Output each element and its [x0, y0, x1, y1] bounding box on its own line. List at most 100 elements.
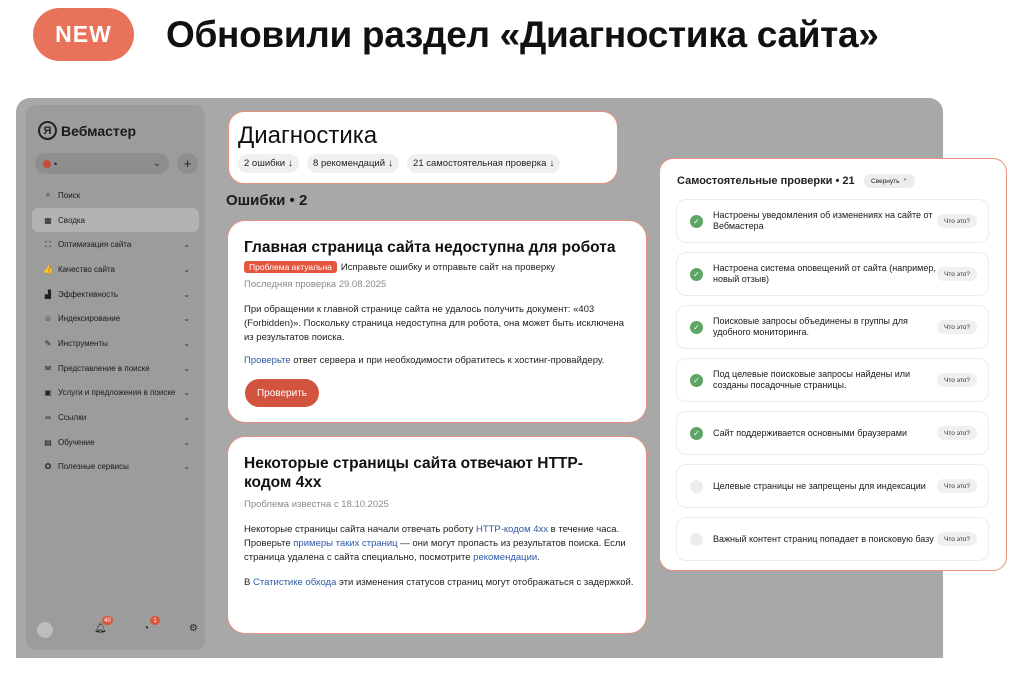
- card-description: Некоторые страницы сайта начали отвечать…: [244, 523, 634, 565]
- sidebar-item-label: Полезные сервисы: [58, 462, 129, 472]
- check-label: Под целевые поисковые запросы найдены ил…: [713, 369, 910, 390]
- thumb-icon: 👍: [43, 264, 53, 274]
- add-site-button[interactable]: +: [177, 153, 198, 174]
- check-label: Целевые страницы не запрещены для индекс…: [713, 480, 926, 491]
- card-title: Некоторые страницы сайта отвечают HTTP-к…: [244, 455, 583, 491]
- sidebar-item-label: Оптимизация сайта: [58, 240, 132, 250]
- sidebar-item[interactable]: ▤ Обучение ⌄: [32, 430, 199, 455]
- sidebar-item[interactable]: ▦ Сводка: [32, 207, 199, 233]
- check-label: Поисковые запросы объединены в группы дл…: [713, 316, 908, 337]
- summary-chip[interactable]: 21 самостоятельная проверка ↓: [407, 154, 561, 173]
- check-circle-icon: ✓: [690, 373, 703, 387]
- card-advice: Проверьте ответ сервера и при необходимо…: [244, 354, 634, 368]
- status-line: Проблема актуальна Исправьте ошибку и от…: [244, 261, 555, 273]
- summary-chip[interactable]: 2 ошибки ↓: [238, 154, 300, 173]
- bag-icon: ▣: [44, 388, 52, 398]
- check-item: Целевые страницы не запрещены для индекс…: [676, 464, 989, 508]
- check-button[interactable]: Проверить: [245, 379, 319, 407]
- robot-icon: ☺: [43, 314, 53, 324]
- check-link[interactable]: Проверьте: [244, 355, 291, 366]
- self-checks-title: Самостоятельные проверки • 21: [677, 175, 855, 187]
- known-since-date: Проблема известна с 18.10.2025: [244, 499, 389, 510]
- sidebar-item-label: Инструменты: [58, 338, 108, 348]
- arrow-down-icon: ↓: [549, 158, 555, 169]
- chart-icon: ▟: [44, 289, 52, 299]
- summary-chip[interactable]: 8 рекомендаций ↓: [307, 154, 400, 173]
- card-title: Главная страница сайта недоступна для ро…: [244, 239, 616, 256]
- logo-text: Вебмастер: [61, 122, 137, 139]
- empty-circle-icon: [690, 479, 703, 493]
- arrow-down-icon: ↓: [388, 158, 394, 169]
- sidebar-item[interactable]: ▟ Эффективность ⌄: [32, 282, 199, 307]
- what-is-this-button[interactable]: Что это?: [937, 320, 977, 334]
- what-is-this-button[interactable]: Что это?: [937, 267, 977, 281]
- sidebar-item[interactable]: ☺ Индексирование ⌄: [32, 306, 199, 331]
- what-is-this-button[interactable]: Что это?: [937, 532, 977, 546]
- check-item: ✓ Настроена система оповещений от сайта (…: [676, 252, 989, 296]
- check-circle-icon: ✓: [690, 214, 703, 228]
- example-pages-link[interactable]: примеры таких страниц: [293, 538, 397, 549]
- chevron-up-icon: ⌃: [902, 178, 908, 185]
- sidebar-item[interactable]: ▣ Услуги и предложения в поиске ⌄: [32, 381, 199, 406]
- diagnostics-header: Диагностика 2 ошибки ↓ 8 рекомендаций ↓ 21 с…: [228, 111, 618, 184]
- sidebar-item[interactable]: ⌕ Поиск: [32, 183, 199, 208]
- status-badge: Проблема актуальна: [244, 261, 337, 273]
- text-segment: Некоторые страницы сайта начали отвечать…: [244, 524, 476, 535]
- text-segment: .: [537, 552, 540, 563]
- chevron-down-icon: ⌄: [183, 462, 190, 472]
- check-item: ✓ Сайт поддерживается основными браузерам…: [676, 411, 989, 455]
- http-4xx-link[interactable]: HTTP-кодом 4xx: [476, 524, 548, 535]
- sidebar-item-label: Услуги и предложения в поиске: [58, 388, 176, 398]
- book-icon: ▤: [44, 437, 52, 447]
- logo[interactable]: Я Вебмастер: [38, 121, 136, 140]
- sitemap-icon: ⛶: [45, 239, 51, 249]
- collapse-button[interactable]: Свернуть ⌃: [864, 174, 915, 188]
- empty-circle-icon: [690, 532, 703, 546]
- grid-icon: ▦: [44, 215, 52, 225]
- chip-label: 8 рекомендаций: [313, 158, 386, 169]
- what-is-this-button[interactable]: Что это?: [937, 479, 977, 493]
- sidebar-item[interactable]: ∞ Ссылки ⌄: [32, 405, 199, 430]
- sidebar-item[interactable]: ✎ Инструменты ⌄: [32, 331, 199, 356]
- chevron-down-icon: ⌄: [183, 338, 190, 348]
- info-icon[interactable]: ◔: [143, 623, 149, 634]
- gear-icon[interactable]: ⚙: [189, 623, 198, 634]
- sidebar-item[interactable]: ⛶ Оптимизация сайта ⌄: [32, 232, 199, 257]
- summary-chips: 2 ошибки ↓ 8 рекомендаций ↓ 21 самостоятельн…: [238, 154, 561, 173]
- what-is-this-button[interactable]: Что это?: [937, 373, 977, 387]
- page-title: Диагностика: [238, 122, 378, 149]
- sidebar-item[interactable]: ✉ Представление в поиске ⌄: [32, 356, 199, 381]
- sidebar-item[interactable]: ✪ Полезные сервисы ⌄: [32, 455, 199, 480]
- sidebar: Я Вебмастер • ⌄ + ⌕ Поиск ▦ Сводка ⛶ Оптимиза…: [26, 105, 205, 650]
- megaphone-icon: ✉: [44, 363, 52, 373]
- chevron-down-icon: ⌄: [183, 289, 190, 299]
- chevron-down-icon: ⌄: [152, 158, 161, 169]
- errors-heading: Ошибки • 2: [226, 192, 308, 209]
- check-circle-icon: ✓: [690, 320, 703, 334]
- notifications-badge: 40: [102, 616, 113, 625]
- check-label: Важный контент страниц попадает в поиско…: [713, 533, 934, 544]
- chevron-down-icon: ⌄: [183, 314, 190, 324]
- check-item: Важный контент страниц попадает в поиско…: [676, 517, 989, 561]
- search-icon: ⌕: [45, 190, 51, 200]
- check-circle-icon: ✓: [690, 426, 703, 440]
- chip-label: 21 самостоятельная проверка: [413, 158, 547, 169]
- page-headline: Обновили раздел «Диагностика сайта»: [166, 14, 879, 55]
- what-is-this-button[interactable]: Что это?: [937, 426, 977, 440]
- collapse-label: Свернуть: [871, 177, 900, 185]
- error-card-4xx: Некоторые страницы сайта отвечают HTTP-к…: [227, 436, 647, 634]
- star-icon: ✪: [44, 462, 52, 472]
- card-note: В Статистике обхода эти изменения статус…: [244, 576, 634, 590]
- recommendations-link[interactable]: рекомендации: [473, 552, 537, 563]
- chevron-down-icon: ⌄: [183, 437, 190, 447]
- check-label: Настроены уведомления об изменениях на с…: [713, 210, 933, 231]
- avatar[interactable]: [37, 622, 53, 638]
- sidebar-item-label: Индексирование: [58, 314, 121, 324]
- chevron-down-icon: ⌄: [183, 363, 190, 373]
- what-is-this-button[interactable]: Что это?: [937, 214, 977, 228]
- site-selector[interactable]: • ⌄: [35, 153, 169, 174]
- crawl-stats-link[interactable]: Статистике обхода: [253, 577, 336, 588]
- error-card-main-page: Главная страница сайта недоступна для ро…: [227, 220, 647, 423]
- check-item: ✓ Поисковые запросы объединены в группы д…: [676, 305, 989, 349]
- sidebar-item[interactable]: 👍 Качество сайта ⌄: [32, 257, 199, 282]
